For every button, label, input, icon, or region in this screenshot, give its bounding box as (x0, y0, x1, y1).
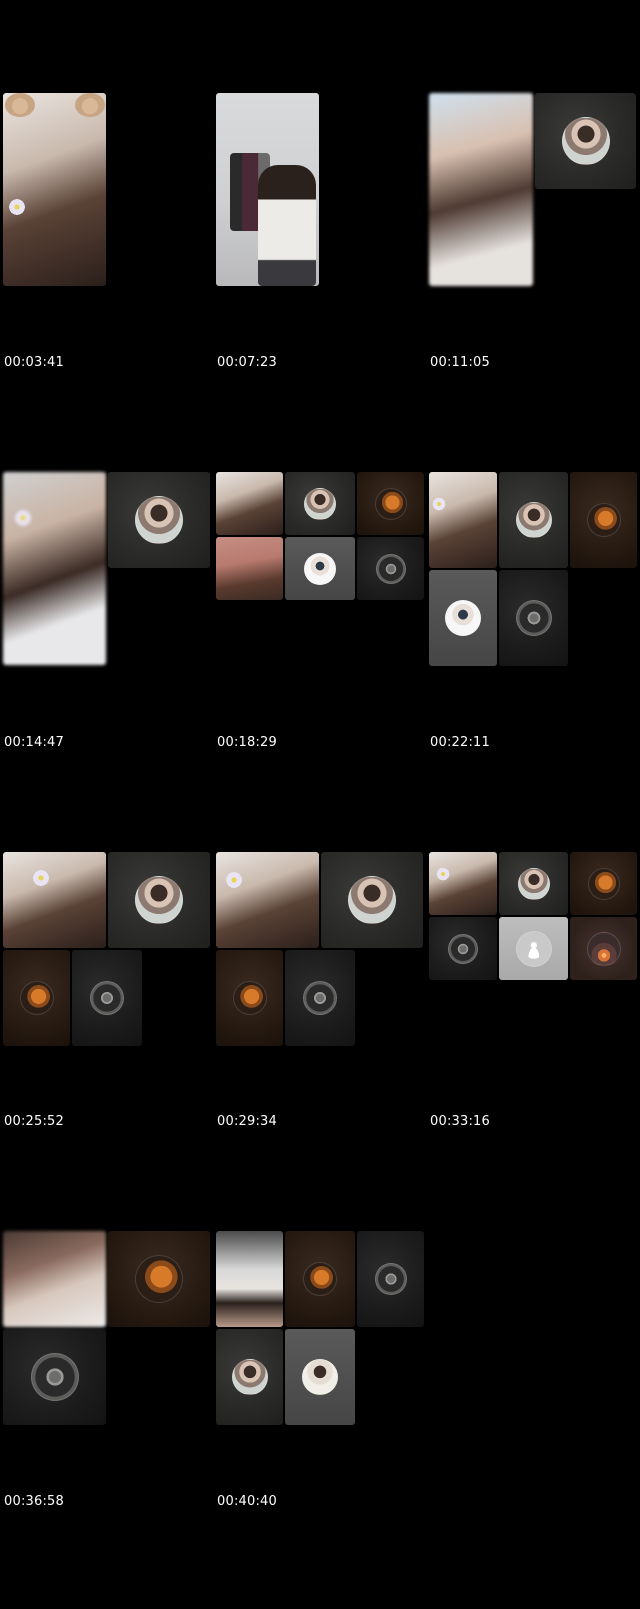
thumbnail-9[interactable] (426, 850, 639, 1230)
participant-avatar (303, 981, 337, 1015)
video-tile-participant (216, 950, 283, 1046)
thumbnail-5[interactable] (213, 470, 426, 850)
video-tile-self (3, 472, 106, 665)
video-tile-participant (216, 537, 283, 600)
video-tile-self (429, 93, 533, 286)
video-tile-participant (499, 917, 568, 980)
video-tile-self (429, 852, 497, 915)
cat-avatar (374, 487, 407, 520)
participant-avatar (445, 600, 481, 636)
cat-avatar (303, 1262, 337, 1296)
video-tile-participant (535, 93, 636, 189)
timestamp-3: 00:11:05 (430, 355, 490, 370)
video-tile-participant (285, 1231, 355, 1327)
timestamp-8: 00:29:34 (217, 1114, 277, 1129)
timestamp-7: 00:25:52 (4, 1114, 64, 1129)
bear-ear-right (75, 93, 105, 117)
participant-avatar (448, 933, 478, 964)
flower-icon (7, 197, 27, 217)
video-tile-participant (285, 950, 355, 1046)
video-tile-participant (108, 852, 210, 948)
participant-avatar (304, 552, 336, 585)
video-tile-participant (285, 472, 355, 535)
video-tile-self (3, 852, 106, 948)
thumbnail-11[interactable] (213, 1229, 426, 1609)
bear-ear-left (5, 93, 35, 117)
timestamp-6: 00:22:11 (430, 735, 490, 750)
flower-icon (435, 866, 451, 882)
video-tile-self (3, 1231, 106, 1327)
video-tile-participant (285, 1329, 355, 1425)
video-tile-participant (108, 472, 210, 568)
thumbnail-10[interactable] (0, 1229, 213, 1609)
flower-icon (431, 496, 447, 512)
video-tile-participant (357, 537, 424, 600)
timestamp-9: 00:33:16 (430, 1114, 490, 1129)
participant-avatar (231, 1359, 268, 1395)
video-tile-participant (570, 472, 637, 568)
timestamp-11: 00:40:40 (217, 1494, 277, 1509)
thumbnail-6[interactable] (426, 470, 639, 850)
participant-avatar (375, 553, 406, 584)
participant-avatar (374, 1263, 407, 1295)
participant-avatar (302, 1359, 338, 1395)
participant-avatar (30, 1353, 79, 1401)
video-tile-participant (429, 917, 497, 980)
cat-avatar (19, 981, 54, 1015)
video-tile-self (429, 472, 497, 568)
thumbnail-3[interactable] (426, 91, 639, 471)
thumbnail-2[interactable] (213, 91, 426, 471)
video-tile-room (216, 93, 319, 286)
user-placeholder-icon (515, 930, 552, 967)
video-tile-participant (321, 852, 423, 948)
person-back (258, 165, 316, 286)
video-tile-participant (72, 950, 142, 1046)
cat-avatar (232, 981, 267, 1015)
participant-avatar (304, 487, 336, 520)
thumbnail-8[interactable] (213, 850, 426, 1230)
video-tile-self (216, 1231, 283, 1327)
flower-icon (13, 508, 33, 528)
video-tile-participant (570, 917, 637, 980)
video-tile-participant (499, 852, 568, 915)
video-tile-self (216, 472, 283, 535)
thumbnail-1[interactable] (0, 91, 213, 471)
video-tile-participant (429, 570, 497, 666)
participant-avatar (561, 117, 610, 165)
video-tile-participant (499, 570, 568, 666)
participant-avatar (135, 876, 183, 924)
cat-avatar (586, 503, 621, 537)
participant-avatar (135, 496, 183, 544)
participant-avatar (515, 600, 552, 636)
video-tile-participant (3, 1329, 106, 1425)
video-tile-participant (357, 472, 424, 535)
thumbnail-4[interactable] (0, 470, 213, 850)
video-tile-participant (285, 537, 355, 600)
video-tile-participant (357, 1231, 424, 1327)
video-tile-participant (499, 472, 568, 568)
flower-icon (31, 868, 51, 888)
video-tile-participant (108, 1231, 210, 1327)
sunset-avatar (586, 931, 621, 966)
participant-avatar (517, 867, 550, 900)
video-tile-self (3, 93, 106, 286)
cat-avatar (587, 867, 620, 900)
video-tile-participant (216, 1329, 283, 1425)
participant-avatar (515, 502, 552, 538)
video-tile-participant (570, 852, 637, 915)
timestamp-10: 00:36:58 (4, 1494, 64, 1509)
timestamp-5: 00:18:29 (217, 735, 277, 750)
timestamp-2: 00:07:23 (217, 355, 277, 370)
video-tile-participant (3, 950, 70, 1046)
timestamp-4: 00:14:47 (4, 735, 64, 750)
flower-icon (224, 870, 244, 890)
thumbnail-7[interactable] (0, 850, 213, 1230)
participant-avatar (348, 876, 396, 924)
cat-avatar (135, 1255, 183, 1303)
timestamp-1: 00:03:41 (4, 355, 64, 370)
video-tile-self (216, 852, 319, 948)
participant-avatar (90, 981, 124, 1015)
